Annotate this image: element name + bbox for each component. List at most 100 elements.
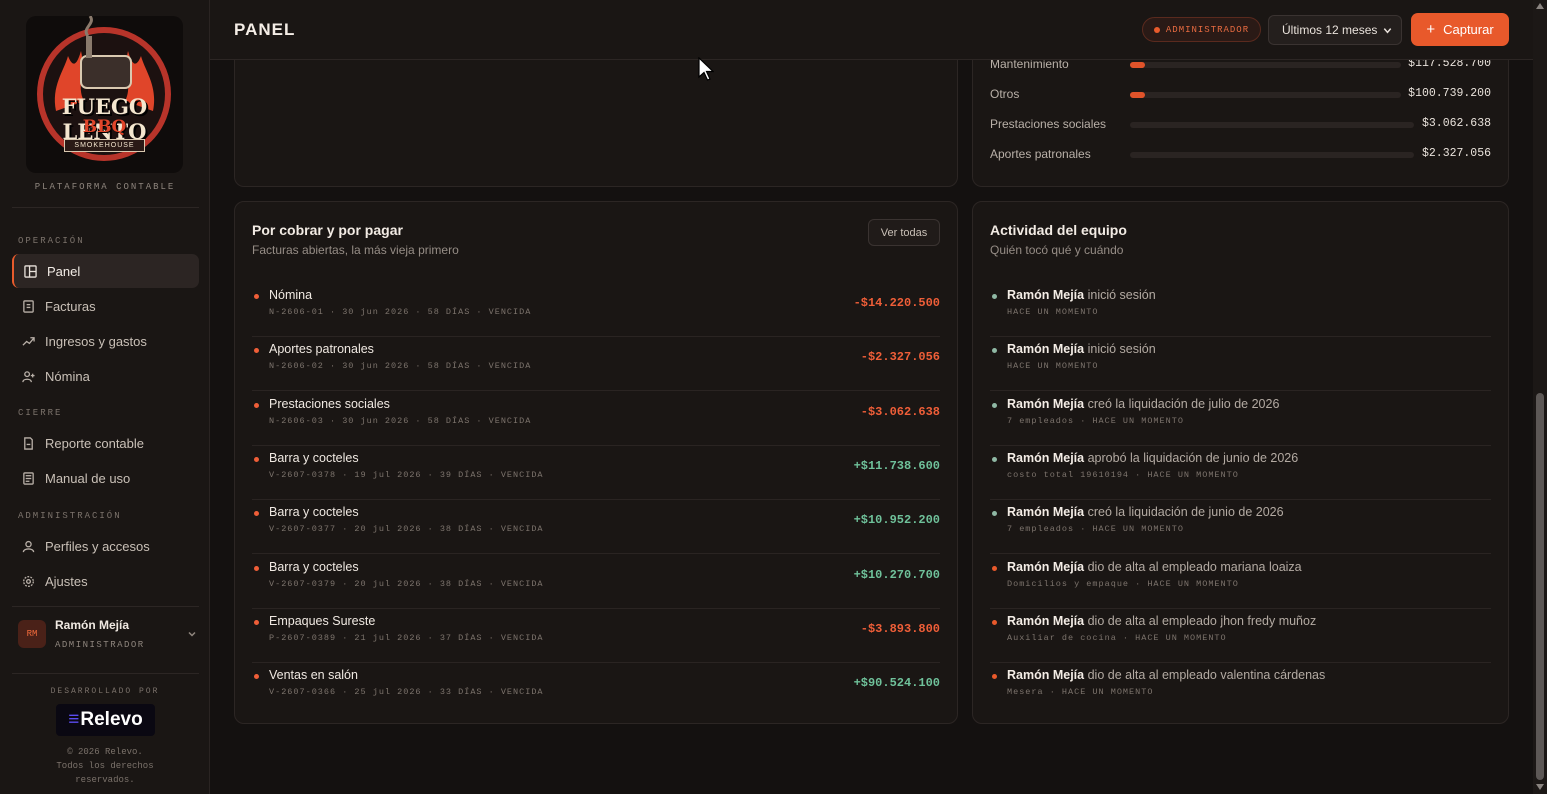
sidebar-item-ajustes[interactable]: Ajustes xyxy=(12,564,199,598)
activity-user: Ramón Mejía xyxy=(1007,342,1085,357)
invoice-amount: +$10.270.700 xyxy=(853,567,940,582)
divider xyxy=(12,673,199,674)
activity-meta: costo total 19610194 · HACE UN MOMENTO xyxy=(1007,469,1239,480)
list-item: Ramón Mejía inició sesión HACE UN MOMENTO xyxy=(990,337,1491,392)
sidebar-item-panel[interactable]: Panel xyxy=(12,254,199,288)
table-row[interactable]: Nómina N-2606-01 · 30 jun 2026 · 58 DÍAS … xyxy=(252,283,940,337)
brand-logo: FUEGO LENTO BBQ SMOKEHOUSE xyxy=(26,16,183,173)
relevo-logo-text: Relevo xyxy=(80,709,143,730)
invoice-meta: V-2607-0379 · 20 jul 2026 · 38 DÍAS · VE… xyxy=(269,578,544,589)
logo-line2: BBQ xyxy=(82,117,127,137)
status-dot xyxy=(992,565,997,571)
card-subtitle: Facturas abiertas, la más vieja primero xyxy=(252,243,459,257)
table-row[interactable]: Barra y cocteles V-2607-0379 · 20 jul 202… xyxy=(252,555,940,609)
sidebar-item-label: Perfiles y accesos xyxy=(45,538,150,554)
activity-action: creó la liquidación de junio de 2026 xyxy=(1087,505,1284,520)
status-dot xyxy=(992,456,997,462)
role-badge-label: ADMINISTRADOR xyxy=(1165,24,1250,35)
activity-action: dio de alta al empleado valentina cárden… xyxy=(1087,668,1326,683)
card-subtitle: Quién tocó qué y cuándo xyxy=(990,243,1124,257)
chevron-down-icon xyxy=(188,631,196,637)
activity-meta: Auxiliar de cocina · HACE UN MOMENTO xyxy=(1007,632,1227,643)
sidebar-item-label: Reporte contable xyxy=(45,435,145,451)
card-title: Actividad del equipo xyxy=(990,222,1127,238)
sidebar-item-nomina[interactable]: Nómina xyxy=(12,359,199,393)
table-row[interactable]: Empaques Sureste P-2607-0389 · 21 jul 202… xyxy=(252,609,940,663)
activity-user: Ramón Mejía xyxy=(1007,505,1085,520)
invoice-amount: -$3.893.800 xyxy=(860,621,940,636)
invoice-meta: N-2606-01 · 30 jun 2026 · 58 DÍAS · VENC… xyxy=(269,307,532,317)
invoice-amount: -$3.062.638 xyxy=(860,404,940,419)
table-row[interactable]: Prestaciones sociales N-2606-03 · 30 jun … xyxy=(252,392,940,446)
scroll-up-arrow-icon[interactable] xyxy=(1536,3,1544,9)
expense-bar-track xyxy=(1130,122,1414,128)
user-plus-icon xyxy=(22,370,35,382)
sidebar-item-manual[interactable]: Manual de uso xyxy=(12,461,199,495)
sidebar-item-reporte[interactable]: Reporte contable xyxy=(12,426,199,460)
sidebar-item-label: Panel xyxy=(47,263,81,279)
invoice-meta: V-2607-0377 · 20 jul 2026 · 38 DÍAS · VE… xyxy=(269,524,544,535)
sidebar-item-perfiles[interactable]: Perfiles y accesos xyxy=(12,529,199,563)
capture-button[interactable]: + Capturar xyxy=(1411,13,1509,46)
period-select-value: Últimos 12 meses xyxy=(1282,23,1378,37)
chevron-down-icon xyxy=(1383,28,1392,34)
avatar: RM xyxy=(18,620,46,648)
copyright-line: Todos los derechos xyxy=(56,761,154,771)
status-dot xyxy=(992,348,997,354)
chart-card xyxy=(234,40,958,187)
receivables-card: Por cobrar y por pagar Facturas abiertas… xyxy=(234,201,958,724)
scrollbar-thumb[interactable] xyxy=(1536,393,1544,780)
relevo-logo[interactable]: ≡ Relevo xyxy=(56,704,155,736)
table-row[interactable]: Barra y cocteles V-2607-0378 · 19 jul 202… xyxy=(252,446,940,500)
activity-action: inició sesión xyxy=(1087,288,1156,302)
sidebar-item-facturas[interactable]: Facturas xyxy=(12,289,199,323)
expense-label: Aportes patronales xyxy=(990,147,1091,161)
invoice-meta: N-2606-02 · 30 jun 2026 · 58 DÍAS · VENC… xyxy=(269,361,532,372)
trend-icon xyxy=(22,336,35,346)
expense-row: Prestaciones sociales $3.062.638 xyxy=(990,115,1491,135)
activity-meta: HACE UN MOMENTO xyxy=(1007,307,1099,317)
expense-label: Prestaciones sociales xyxy=(990,117,1107,131)
sidebar-item-ingresos[interactable]: Ingresos y gastos xyxy=(12,324,199,358)
user-menu[interactable]: RM Ramón Mejía ADMINISTRADOR xyxy=(18,618,198,654)
platform-label: PLATAFORMA CONTABLE xyxy=(34,182,176,192)
activity-text: Ramón Mejía dio de alta al empleado jhon… xyxy=(1007,614,1316,628)
section-label-administracion: ADMINISTRACIÓN xyxy=(18,511,122,521)
activity-user: Ramón Mejía xyxy=(1007,396,1085,411)
logo-line3: SMOKEHOUSE xyxy=(64,139,145,152)
page-title: PANEL xyxy=(234,20,296,39)
activity-text: Ramón Mejía inició sesión xyxy=(1007,342,1156,356)
status-dot xyxy=(254,456,259,462)
list-item: Ramón Mejía inició sesión HACE UN MOMENTO xyxy=(990,283,1491,337)
invoice-meta: V-2607-0366 · 25 jul 2026 · 33 DÍAS · VE… xyxy=(269,687,544,698)
activity-meta: 7 empleados · HACE UN MOMENTO xyxy=(1007,524,1184,535)
copyright-line: reservados. xyxy=(75,775,135,785)
invoice-title: Ventas en salón xyxy=(269,668,358,683)
table-row[interactable]: Barra y cocteles V-2607-0377 · 20 jul 202… xyxy=(252,500,940,555)
table-row[interactable]: Ventas en salón V-2607-0366 · 25 jul 2026… xyxy=(252,663,940,717)
table-row[interactable]: Aportes patronales N-2606-02 · 30 jun 202… xyxy=(252,337,940,392)
activity-action: aprobó la liquidación de junio de 2026 xyxy=(1087,450,1299,465)
sidebar: FUEGO LENTO BBQ SMOKEHOUSE PLATAFORMA CO… xyxy=(0,0,210,794)
sidebar-item-label: Manual de uso xyxy=(45,470,131,486)
period-select[interactable]: Últimos 12 meses xyxy=(1268,15,1402,45)
invoice-meta: V-2607-0378 · 19 jul 2026 · 39 DÍAS · VE… xyxy=(269,469,544,480)
expense-bar-track xyxy=(1130,152,1414,158)
list-item: Ramón Mejía dio de alta al empleado vale… xyxy=(990,663,1491,717)
see-all-button[interactable]: Ver todas xyxy=(868,219,940,246)
file-icon xyxy=(24,436,33,450)
status-dot xyxy=(254,348,259,354)
list-item: Ramón Mejía dio de alta al empleado jhon… xyxy=(990,609,1491,663)
copyright-line: © 2026 Relevo. xyxy=(67,747,143,757)
status-dot xyxy=(254,511,259,517)
activity-text: Ramón Mejía aprobó la liquidación de jun… xyxy=(1007,451,1298,465)
expense-bar-track xyxy=(1130,62,1401,68)
sidebar-item-label: Facturas xyxy=(45,298,96,314)
expense-bar-fill xyxy=(1130,62,1146,68)
user-role: ADMINISTRADOR xyxy=(55,640,145,650)
activity-text: Ramón Mejía creó la liquidación de julio… xyxy=(1007,397,1279,411)
expense-row: Aportes patronales $2.327.056 xyxy=(990,145,1491,165)
activity-text: Ramón Mejía creó la liquidación de junio… xyxy=(1007,505,1284,519)
activity-meta: Domicilios y empaque · HACE UN MOMENTO xyxy=(1007,578,1239,589)
scroll-down-arrow-icon[interactable] xyxy=(1536,784,1544,790)
